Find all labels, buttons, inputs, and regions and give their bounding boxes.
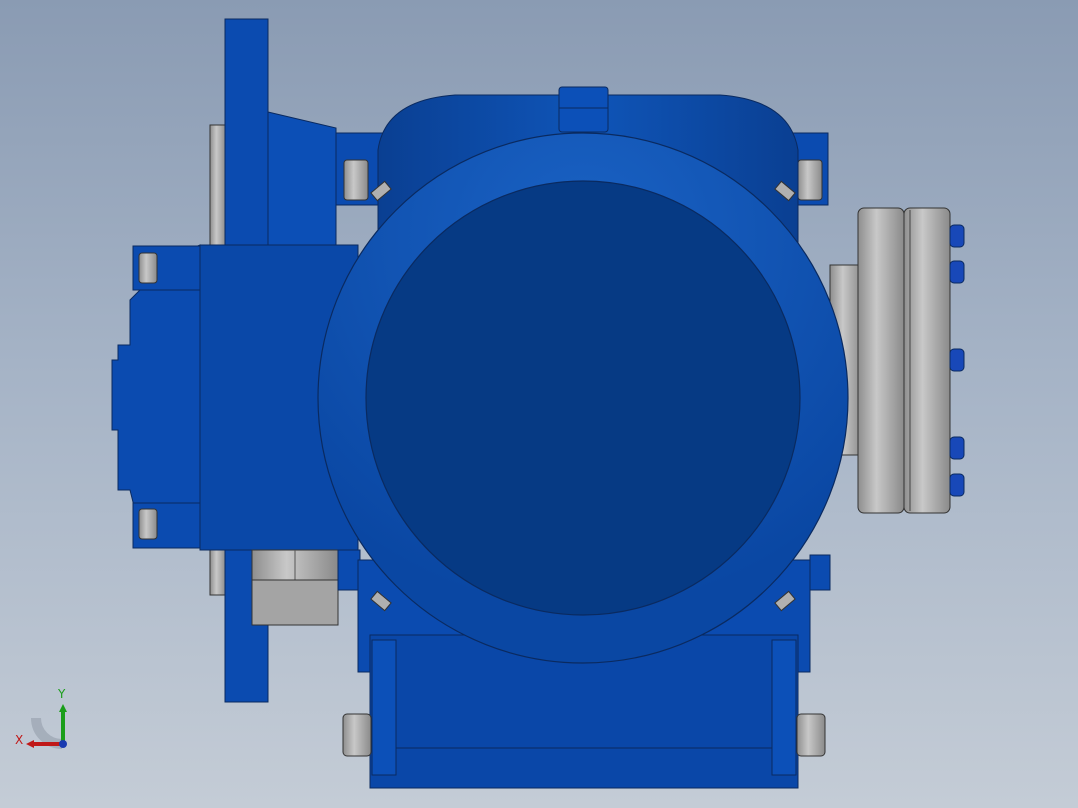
axis-triad: X Y bbox=[14, 686, 84, 756]
output-coupling bbox=[829, 207, 965, 514]
gearbox-model[interactable] bbox=[0, 0, 1078, 808]
x-axis-label: X bbox=[15, 733, 24, 747]
y-axis-label: Y bbox=[58, 687, 66, 701]
triad-arrows-icon bbox=[26, 704, 67, 749]
hex-drain-plug bbox=[251, 549, 361, 626]
3d-viewport[interactable]: X Y bbox=[0, 0, 1078, 808]
worm-wheel-housing bbox=[317, 132, 849, 664]
